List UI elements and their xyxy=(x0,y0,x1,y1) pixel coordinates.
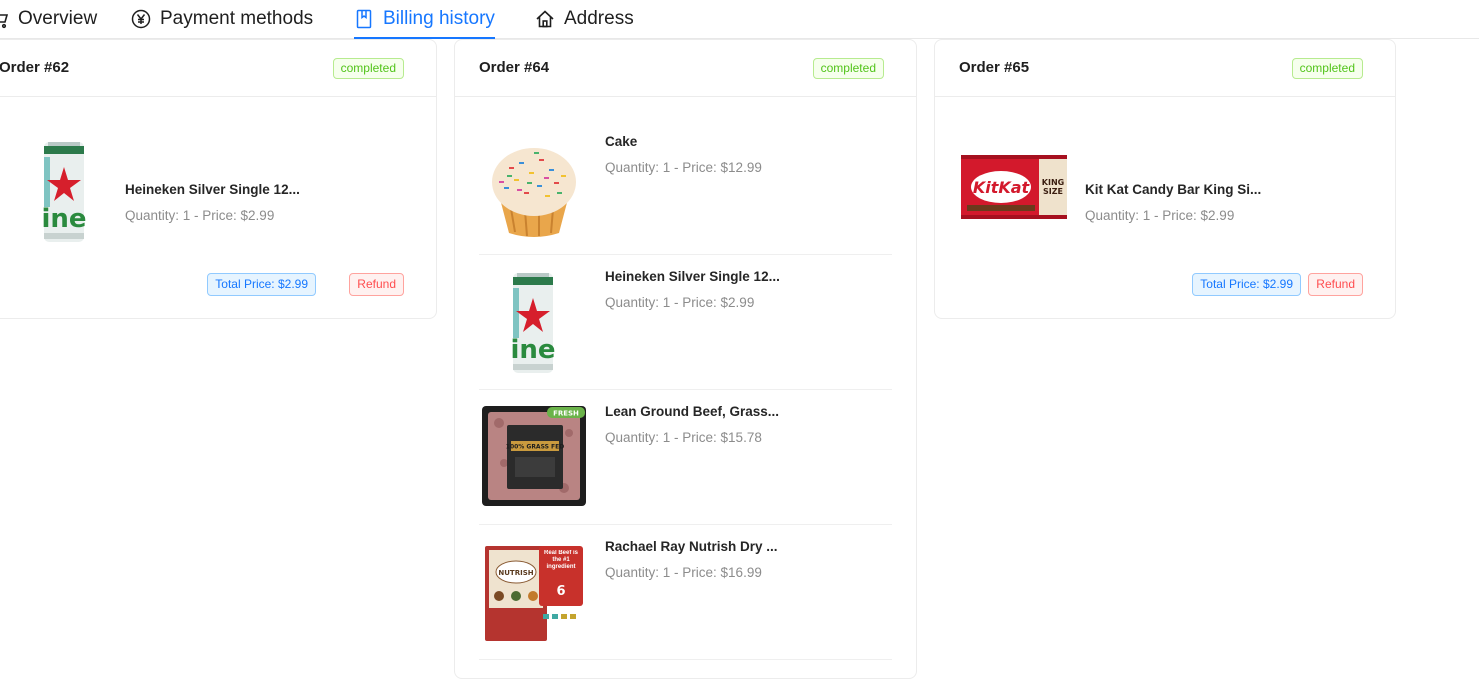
order-card-header: Order #62 completed xyxy=(0,40,436,97)
refund-button[interactable]: Refund xyxy=(349,273,404,296)
product-image-candy-bar: KING SIZE KitKat xyxy=(961,155,1067,219)
tab-payment-methods[interactable]: Payment methods xyxy=(131,0,313,38)
refund-button[interactable]: Refund xyxy=(1308,273,1363,296)
svg-text:ine: ine xyxy=(510,335,555,365)
order-title: Order #64 xyxy=(479,59,550,76)
product-image-ground-beef: 100% GRASS FED FRESH xyxy=(482,406,586,506)
svg-text:ine: ine xyxy=(41,204,86,234)
tab-billing-history[interactable]: Billing history xyxy=(354,0,495,39)
item-name: Cake xyxy=(605,134,638,149)
tab-address-label: Address xyxy=(564,8,634,29)
order-title: Order #62 xyxy=(0,59,70,76)
svg-text:100% GRASS FED: 100% GRASS FED xyxy=(506,444,564,451)
cart-icon xyxy=(0,14,9,29)
order-card-62: Order #62 completed ine Heineken Silver … xyxy=(0,39,437,319)
item-name: Rachael Ray Nutrish Dry ... xyxy=(605,539,778,554)
order-card-64: Order #64 completed Cake Quantity: 1 - P… xyxy=(454,39,917,679)
tab-billing-history-label: Billing history xyxy=(383,8,495,29)
item-quantity-price: Quantity: 1 - Price: $12.99 xyxy=(605,160,762,175)
home-icon xyxy=(536,10,554,28)
item-quantity-price: Quantity: 1 - Price: $2.99 xyxy=(125,208,275,223)
order-item: KING SIZE KitKat Kit Kat Candy Bar King … xyxy=(959,137,1371,272)
book-icon xyxy=(356,9,372,29)
tab-overview[interactable]: Overview xyxy=(0,0,97,38)
item-quantity-price: Quantity: 1 - Price: $16.99 xyxy=(605,565,762,580)
item-quantity-price: Quantity: 1 - Price: $15.78 xyxy=(605,430,762,445)
item-name: Heineken Silver Single 12... xyxy=(605,269,780,284)
product-image-beer-can: ine xyxy=(510,273,556,373)
svg-text:6: 6 xyxy=(556,584,565,599)
svg-text:KING: KING xyxy=(1042,178,1064,187)
svg-text:SIZE: SIZE xyxy=(1043,187,1063,196)
item-quantity-price: Quantity: 1 - Price: $2.99 xyxy=(1085,208,1235,223)
order-card-header: Order #65 completed xyxy=(935,40,1395,97)
item-name: Heineken Silver Single 12... xyxy=(125,182,300,197)
tab-address[interactable]: Address xyxy=(535,0,634,38)
real-beef-label-text: Real Beef is the #1 ingredient xyxy=(543,550,579,570)
status-badge: completed xyxy=(332,58,404,79)
order-item: ine Heineken Silver Single 12... Quantit… xyxy=(479,254,892,390)
order-item: ine Heineken Silver Single 12... Quantit… xyxy=(0,137,412,272)
kitkat-label-text: KitKat xyxy=(973,178,1031,197)
item-name: Lean Ground Beef, Grass... xyxy=(605,404,780,419)
product-image-dog-food-bag: NUTRISH Real Beef is the #1 ingredient 6 xyxy=(485,546,583,641)
order-title: Order #65 xyxy=(959,59,1030,76)
product-image-beer-can: ine xyxy=(41,142,87,242)
order-item: 100% GRASS FED FRESH Lean Ground Beef, G… xyxy=(479,389,892,525)
yen-circle-icon xyxy=(131,9,151,29)
status-badge: completed xyxy=(1291,58,1363,79)
fresh-label-text: FRESH xyxy=(553,410,579,418)
order-card-header: Order #64 completed xyxy=(455,40,916,97)
order-item: NUTRISH Real Beef is the #1 ingredient 6… xyxy=(479,524,892,660)
account-tabs: Overview Payment methods Billing history… xyxy=(0,0,1479,39)
item-name: Kit Kat Candy Bar King Si... xyxy=(1085,182,1262,197)
total-price-badge: Total Price: $2.99 xyxy=(207,273,316,296)
item-quantity-price: Quantity: 1 - Price: $2.99 xyxy=(605,295,755,310)
order-card-65: Order #65 completed KING SIZE KitKat Kit… xyxy=(934,39,1396,319)
tab-overview-label: Overview xyxy=(18,8,98,29)
status-badge: completed xyxy=(812,58,884,79)
tab-payment-methods-label: Payment methods xyxy=(160,8,314,29)
product-image-cupcake xyxy=(492,148,576,237)
nutrish-label-text: NUTRISH xyxy=(498,569,533,577)
total-price-badge: Total Price: $2.99 xyxy=(1192,273,1301,296)
order-item: Cake Quantity: 1 - Price: $12.99 xyxy=(479,119,892,255)
